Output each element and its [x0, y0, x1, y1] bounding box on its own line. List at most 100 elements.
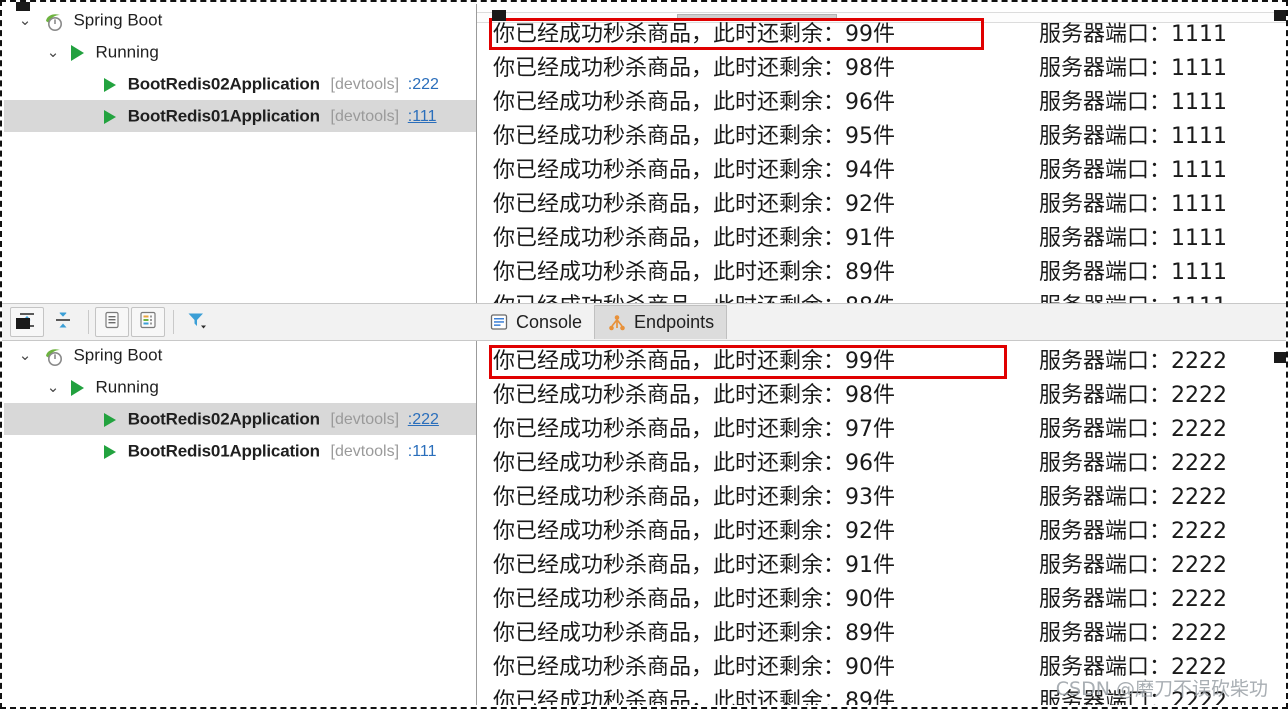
console-log-line: 你已经成功秒杀商品，此时还剩余：92件 服务器端口：2222	[477, 515, 1286, 549]
toolbar-separator	[88, 310, 89, 334]
spring-boot-icon	[43, 11, 65, 31]
console-output-top[interactable]: 你已经成功秒杀商品，此时还剩余：99件 服务器端口：1111 你已经成功秒杀商品，此…	[477, 4, 1286, 303]
tree-row-springboot-top[interactable]: ⌄ Spring Boot	[4, 4, 476, 36]
services-pane-bottom: ⌄ Spring Boot ⌄ Running BootRedis02Appli…	[2, 339, 1286, 705]
log-server-port: 服务器端口：2222	[1039, 689, 1227, 705]
app-devtools-tag: [devtools]	[330, 76, 400, 93]
tree-row-app[interactable]: BootRedis01Application [devtools] :111	[4, 435, 476, 467]
log-server-port: 服务器端口：1111	[1039, 90, 1227, 115]
services-toolbar[interactable]	[10, 306, 216, 338]
log-message: 你已经成功秒杀商品，此时还剩余：90件	[493, 655, 895, 680]
console-log-line: 你已经成功秒杀商品，此时还剩余：98件 服务器端口：2222	[477, 379, 1286, 413]
tab-console-label: Console	[516, 311, 583, 332]
log-lines-bottom: 你已经成功秒杀商品，此时还剩余：99件 服务器端口：2222 你已经成功秒杀商品，此…	[477, 345, 1286, 705]
toolbar-separator	[173, 310, 174, 334]
console-log-line: 你已经成功秒杀商品，此时还剩余：93件 服务器端口：2222	[477, 481, 1286, 515]
console-log-line: 你已经成功秒杀商品，此时还剩余：94件 服务器端口：1111	[477, 154, 1286, 188]
tree-label-running: Running	[95, 42, 159, 62]
console-log-line: 你已经成功秒杀商品，此时还剩余：91件 服务器端口：1111	[477, 222, 1286, 256]
chevron-down-icon[interactable]: ⌄	[40, 37, 66, 69]
tree-row-running-top[interactable]: ⌄ Running	[4, 36, 476, 68]
app-devtools-tag: [devtools]	[330, 108, 400, 125]
console-log-line: 你已经成功秒杀商品，此时还剩余：91件 服务器端口：2222	[477, 549, 1286, 583]
log-message: 你已经成功秒杀商品，此时还剩余：99件	[493, 349, 895, 374]
log-server-port: 服务器端口：1111	[1039, 124, 1227, 149]
app-name: BootRedis01Application	[127, 441, 320, 461]
log-server-port: 服务器端口：2222	[1039, 485, 1227, 510]
selection-handle[interactable]	[1274, 352, 1286, 363]
spring-boot-icon	[43, 346, 65, 366]
console-log-line: 你已经成功秒杀商品，此时还剩余：90件 服务器端口：2222	[477, 583, 1286, 617]
log-message: 你已经成功秒杀商品，此时还剩余：96件	[493, 90, 895, 115]
tree-label-springboot: Spring Boot	[73, 10, 163, 30]
log-message: 你已经成功秒杀商品，此时还剩余：91件	[493, 553, 895, 578]
console-log-line: 你已经成功秒杀商品，此时还剩余：89件 服务器端口：1111	[477, 256, 1286, 290]
log-server-port: 服务器端口：1111	[1039, 260, 1227, 285]
app-name: BootRedis01Application	[127, 106, 320, 126]
console-log-line: 你已经成功秒杀商品，此时还剩余：99件 服务器端口：2222	[477, 345, 1286, 379]
log-server-port: 服务器端口：2222	[1039, 383, 1227, 408]
log-server-port: 服务器端口：2222	[1039, 587, 1227, 612]
console-tab-bar[interactable]: Console Endpoints	[477, 303, 1286, 341]
endpoints-icon	[607, 313, 627, 333]
log-server-port: 服务器端口：2222	[1039, 519, 1227, 544]
services-tree-bottom[interactable]: ⌄ Spring Boot ⌄ Running BootRedis02Appli…	[4, 339, 477, 705]
log-server-port: 服务器端口：2222	[1039, 655, 1227, 680]
run-triangle-icon	[70, 44, 84, 61]
endpoints-list-icon	[138, 310, 158, 335]
selection-handle[interactable]	[16, 2, 30, 11]
app-port-link[interactable]: :111	[408, 108, 437, 125]
console-log-line: 你已经成功秒杀商品，此时还剩余：96件 服务器端口：2222	[477, 447, 1286, 481]
log-message: 你已经成功秒杀商品，此时还剩余：92件	[493, 192, 895, 217]
show-endpoints-button[interactable]	[131, 307, 165, 337]
app-port-link[interactable]: :111	[408, 443, 437, 460]
tree-label-running: Running	[95, 377, 159, 397]
app-port-link[interactable]: :222	[408, 76, 439, 93]
collapse-all-button[interactable]	[46, 307, 80, 337]
log-message: 你已经成功秒杀商品，此时还剩余：89件	[493, 260, 895, 285]
log-message: 你已经成功秒杀商品，此时还剩余：88件	[493, 290, 895, 303]
console-log-line: 你已经成功秒杀商品，此时还剩余：90件 服务器端口：2222	[477, 651, 1286, 685]
tree-row-app[interactable]: BootRedis02Application [devtools] :222	[4, 403, 476, 435]
log-server-port: 服务器端口：2222	[1039, 349, 1227, 374]
tab-endpoints[interactable]: Endpoints	[594, 305, 728, 339]
console-log-line: 你已经成功秒杀商品，此时还剩余：96件 服务器端口：1111	[477, 86, 1286, 120]
show-console-button[interactable]	[95, 307, 129, 337]
tree-row-app[interactable]: BootRedis02Application [devtools] :222	[4, 68, 476, 100]
chevron-down-icon[interactable]: ⌄	[12, 340, 38, 372]
log-server-port: 服务器端口：1111	[1039, 226, 1227, 251]
log-message: 你已经成功秒杀商品，此时还剩余：95件	[493, 124, 895, 149]
tree-label-springboot: Spring Boot	[73, 345, 163, 365]
log-message: 你已经成功秒杀商品，此时还剩余：92件	[493, 519, 895, 544]
run-triangle-icon	[104, 444, 116, 459]
selection-handle[interactable]	[16, 318, 30, 329]
tree-row-app[interactable]: BootRedis01Application [devtools] :111	[4, 100, 476, 132]
services-pane-top: ⌄ Spring Boot ⌄ Running BootRedis02Appli…	[2, 4, 1286, 303]
services-tree-top[interactable]: ⌄ Spring Boot ⌄ Running BootRedis02Appli…	[4, 4, 477, 303]
app-devtools-tag: [devtools]	[330, 411, 400, 428]
console-output-bottom[interactable]: 你已经成功秒杀商品，此时还剩余：99件 服务器端口：2222 你已经成功秒杀商品，此…	[477, 339, 1286, 705]
log-server-port: 服务器端口：2222	[1039, 621, 1227, 646]
log-message: 你已经成功秒杀商品，此时还剩余：96件	[493, 451, 895, 476]
log-message: 你已经成功秒杀商品，此时还剩余：91件	[493, 226, 895, 251]
app-devtools-tag: [devtools]	[330, 443, 400, 460]
chevron-down-icon[interactable]: ⌄	[40, 372, 66, 404]
selection-handle[interactable]	[492, 10, 506, 21]
collapse-all-icon	[53, 310, 73, 335]
log-server-port: 服务器端口：1111	[1039, 158, 1227, 183]
tree-row-running-bottom[interactable]: ⌄ Running	[4, 371, 476, 403]
filter-button[interactable]	[180, 307, 214, 337]
console-log-line: 你已经成功秒杀商品，此时还剩余：98件 服务器端口：1111	[477, 52, 1286, 86]
app-port-link[interactable]: :222	[408, 411, 439, 428]
log-server-port: 服务器端口：1111	[1039, 56, 1227, 81]
tab-console[interactable]: Console	[477, 305, 594, 339]
console-log-line: 你已经成功秒杀商品，此时还剩余：97件 服务器端口：2222	[477, 413, 1286, 447]
run-triangle-icon	[104, 109, 116, 124]
filter-icon	[186, 310, 208, 335]
log-message: 你已经成功秒杀商品，此时还剩余：97件	[493, 417, 895, 442]
selection-handle[interactable]	[1274, 10, 1286, 21]
log-message: 你已经成功秒杀商品，此时还剩余：94件	[493, 158, 895, 183]
console-log-line: 你已经成功秒杀商品，此时还剩余：99件 服务器端口：1111	[477, 18, 1286, 52]
tree-row-springboot-bottom[interactable]: ⌄ Spring Boot	[4, 339, 476, 371]
run-triangle-icon	[104, 77, 116, 92]
